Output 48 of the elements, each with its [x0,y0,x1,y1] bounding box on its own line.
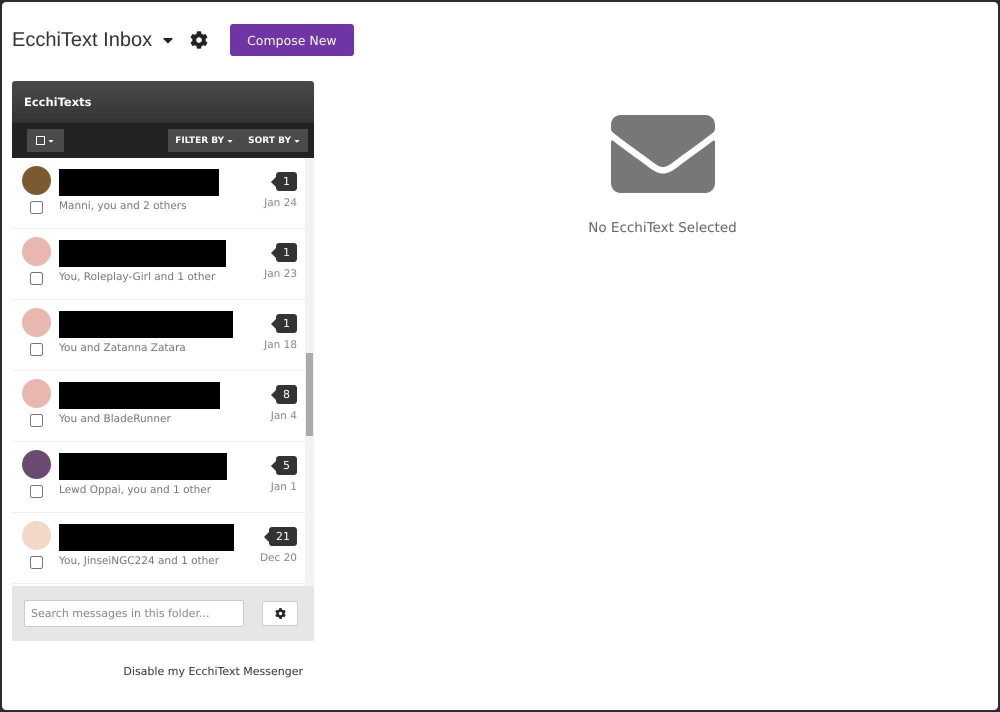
avatar [22,237,51,266]
checkbox-icon [36,136,45,145]
conversation-date: Jan 24 [264,197,297,209]
message-count: 21 [264,527,297,546]
compose-button[interactable]: Compose New [230,24,354,56]
participants: You and Zatanna Zatara [59,342,187,354]
message-count: 1 [271,172,297,191]
avatar [22,521,51,550]
conversation-row[interactable]: You, JinseiNGC224 and 1 other 21 Dec 20 [12,513,305,584]
avatar [22,450,51,479]
conversation-row[interactable]: You, Roleplay-Girl and 1 other 1 Jan 23 [12,229,305,300]
row-checkbox[interactable] [30,201,43,214]
avatar [22,166,51,195]
conversation-date: Dec 20 [260,552,297,564]
inbox-title: EcchiText Inbox [12,28,152,52]
settings-button[interactable] [262,601,298,626]
row-checkbox[interactable] [30,485,43,498]
settings-icon[interactable] [190,31,208,49]
message-count: 5 [271,456,297,475]
scrollbar[interactable] [305,158,314,586]
avatar [22,308,51,337]
participants: Manni, you and 2 others [59,200,188,212]
search-field[interactable]: Search messages in this folder... [24,600,244,627]
disable-link[interactable]: Disable my EcchiText Messenger [123,665,303,678]
participants: You, Roleplay-Girl and 1 other [59,271,216,283]
participants: You, JinseiNGC224 and 1 other [59,555,220,567]
row-checkbox[interactable] [30,556,43,569]
row-checkbox[interactable] [30,272,43,285]
conversation-date: Jan 18 [264,339,297,351]
avatar [22,379,51,408]
participants: Lewd Oppai, you and 1 other [59,484,212,496]
message-count: 8 [271,385,297,404]
message-count: 1 [271,243,297,262]
gear-icon [274,608,286,619]
conversation-date: Jan 1 [270,481,297,493]
message-count: 1 [271,314,297,333]
conversation-date: Jan 23 [264,268,297,280]
conversation-date: Jan 4 [270,410,297,422]
select-dropdown[interactable] [27,129,64,152]
conversation-row[interactable]: You and Zatanna Zatara 1 Jan 18 [12,300,305,371]
conversation-row[interactable]: Manni, you and 2 others 1 Jan 24 [12,158,305,229]
row-checkbox[interactable] [30,343,43,356]
empty-message: No EcchiText Selected [588,220,737,236]
panel-title: EcchiTexts [24,95,92,109]
participants: You and BladeRunner [59,413,172,425]
conversation-row[interactable]: Lewd Oppai, you and 1 other 5 Jan 1 [12,442,305,513]
conversation-row[interactable]: You and BladeRunner 8 Jan 4 [12,371,305,442]
row-checkbox[interactable] [30,414,43,427]
